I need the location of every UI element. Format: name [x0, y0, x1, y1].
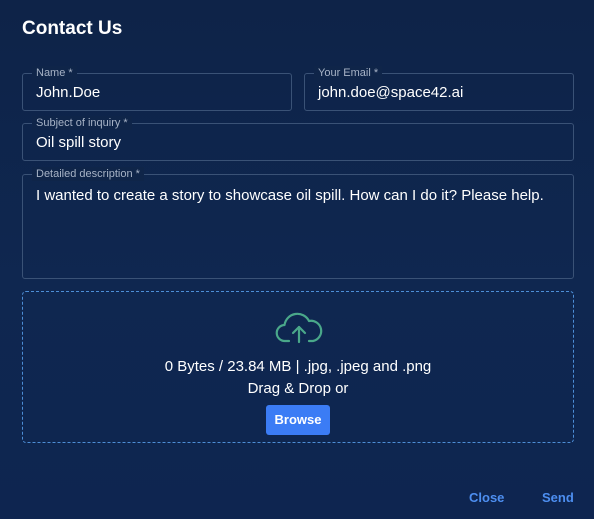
subject-field[interactable]: Subject of inquiry * Oil spill story — [22, 116, 574, 161]
email-label: Your Email * — [314, 66, 383, 80]
subject-label: Subject of inquiry * — [32, 116, 132, 130]
dialog-title: Contact Us — [22, 18, 123, 39]
description-textarea[interactable]: I wanted to create a story to showcase o… — [36, 186, 560, 205]
drag-drop-text: Drag & Drop or — [247, 380, 349, 397]
send-button[interactable]: Send — [542, 490, 574, 505]
description-field[interactable]: Detailed description * I wanted to creat… — [22, 167, 574, 279]
cloud-upload-icon — [275, 312, 323, 344]
name-label: Name * — [32, 66, 77, 80]
close-button[interactable]: Close — [469, 490, 504, 505]
name-input[interactable]: John.Doe — [36, 84, 100, 101]
email-field[interactable]: Your Email * john.doe@space42.ai — [304, 66, 574, 111]
description-label: Detailed description * — [32, 167, 144, 181]
name-field[interactable]: Name * John.Doe — [22, 66, 292, 111]
file-dropzone[interactable]: 0 Bytes / 23.84 MB | .jpg, .jpeg and .pn… — [22, 291, 574, 443]
upload-file-info: 0 Bytes / 23.84 MB | .jpg, .jpeg and .pn… — [164, 358, 432, 375]
subject-input[interactable]: Oil spill story — [36, 134, 121, 151]
email-input[interactable]: john.doe@space42.ai — [318, 84, 463, 101]
browse-button[interactable]: Browse — [266, 405, 330, 435]
